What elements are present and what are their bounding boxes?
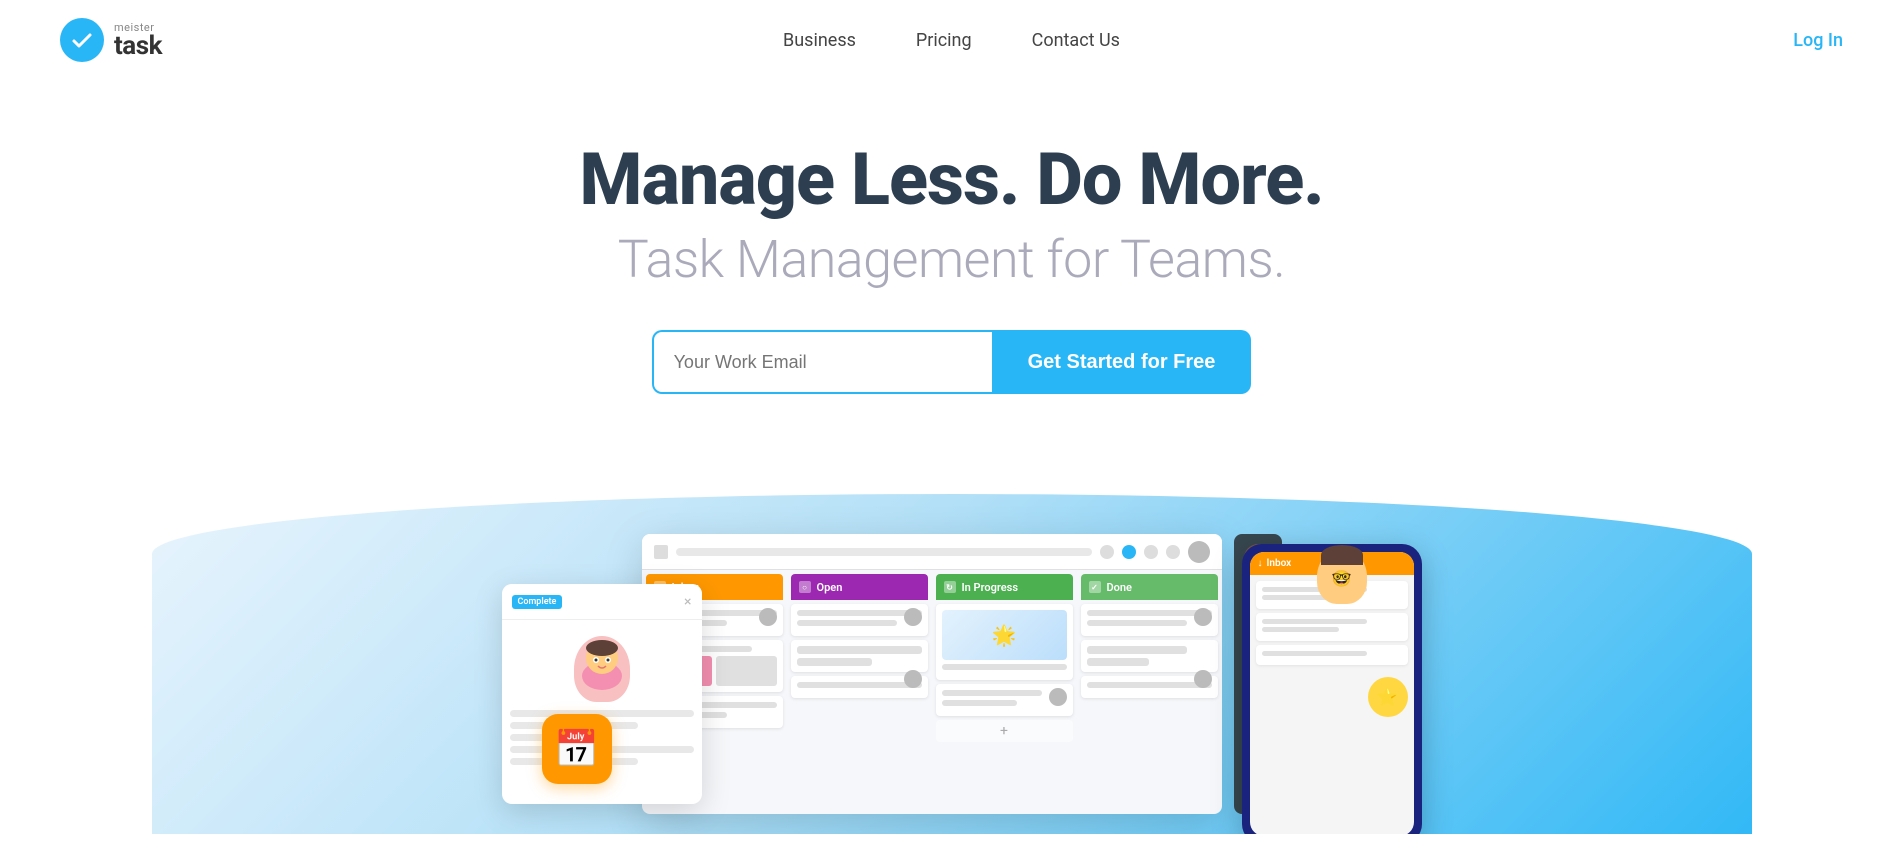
nav-business[interactable]: Business bbox=[783, 30, 856, 51]
kanban-card bbox=[1081, 640, 1218, 672]
card-image: 🌟 bbox=[942, 610, 1067, 660]
kanban-card bbox=[936, 684, 1073, 716]
bell-icon bbox=[1144, 545, 1158, 559]
kanban-card bbox=[791, 604, 928, 636]
phone-card-bar bbox=[1262, 627, 1339, 632]
nav-pricing[interactable]: Pricing bbox=[916, 30, 972, 51]
character-illustration: 🤓 bbox=[1302, 504, 1382, 604]
card-bar bbox=[1087, 620, 1187, 626]
avatar-illustration bbox=[574, 636, 630, 702]
card-avatar bbox=[1049, 688, 1067, 706]
user-avatar bbox=[1188, 541, 1210, 563]
phone-inbox-label: Inbox bbox=[1267, 558, 1292, 569]
search-icon bbox=[1166, 545, 1180, 559]
phone-star-icon: ⭐ bbox=[1368, 677, 1408, 717]
card-bar bbox=[942, 690, 1042, 696]
progress-icon: ↻ bbox=[944, 581, 956, 593]
progress-label: In Progress bbox=[962, 581, 1018, 594]
complete-badge: Complete bbox=[512, 595, 563, 609]
kanban-col-open: ○ Open bbox=[787, 570, 932, 814]
add-card-btn[interactable]: + bbox=[936, 720, 1073, 742]
card-bar bbox=[942, 700, 1017, 706]
phone-card-bar bbox=[1262, 651, 1367, 656]
screenshot-area: Complete × bbox=[0, 454, 1903, 834]
card-avatar bbox=[904, 670, 922, 688]
card-avatar bbox=[759, 608, 777, 626]
main-nav: Business Pricing Contact Us bbox=[783, 30, 1120, 51]
open-label: Open bbox=[817, 581, 843, 594]
kanban-card: 🌟 bbox=[936, 604, 1073, 680]
header-bar bbox=[676, 548, 1092, 556]
done-icon: ✓ bbox=[1089, 581, 1101, 593]
phone-card-bar bbox=[1262, 619, 1367, 624]
char-head: 🤓 bbox=[1317, 549, 1367, 604]
progress-header: ↻ In Progress bbox=[936, 574, 1073, 600]
done-header: ✓ Done bbox=[1081, 574, 1218, 600]
info-icon bbox=[1100, 545, 1114, 559]
phone-inbox-icon: ↓ bbox=[1258, 558, 1263, 569]
kanban-header bbox=[642, 534, 1222, 570]
login-button[interactable]: Log In bbox=[1793, 30, 1843, 51]
card-bar bbox=[942, 664, 1067, 670]
add-icon bbox=[1122, 545, 1136, 559]
phone-card-3 bbox=[1256, 645, 1408, 665]
kanban-card bbox=[1081, 676, 1218, 698]
home-icon bbox=[654, 545, 668, 559]
cta-row: Get Started for Free bbox=[20, 330, 1883, 394]
kanban-board: ↓ Inbox bbox=[642, 534, 1222, 814]
header: meister task Business Pricing Contact Us… bbox=[0, 0, 1903, 80]
kanban-col-progress: ↻ In Progress 🌟 + bbox=[932, 570, 1077, 814]
open-icon: ○ bbox=[799, 581, 811, 593]
close-icon[interactable]: × bbox=[684, 594, 691, 610]
hero-headline: Manage Less. Do More. bbox=[20, 140, 1883, 219]
hero-section: Manage Less. Do More. Task Management fo… bbox=[0, 80, 1903, 434]
logo-text: meister task bbox=[114, 22, 162, 59]
card-bar bbox=[797, 682, 922, 688]
float-avatar-row bbox=[510, 636, 694, 702]
card-bar bbox=[797, 620, 897, 626]
kanban-card bbox=[791, 640, 928, 672]
kanban-card bbox=[1081, 604, 1218, 636]
open-header: ○ Open bbox=[791, 574, 928, 600]
email-input[interactable] bbox=[652, 330, 992, 394]
logo-task: task bbox=[114, 33, 162, 59]
card-avatar bbox=[1194, 670, 1212, 688]
char-hair bbox=[1321, 545, 1363, 565]
float-card-header: Complete × bbox=[502, 584, 702, 620]
card-avatar bbox=[904, 608, 922, 626]
kanban-col-done: ✓ Done bbox=[1077, 570, 1222, 814]
kanban-columns: ↓ Inbox bbox=[642, 570, 1222, 814]
app-mockup: Complete × bbox=[562, 524, 1342, 834]
kanban-card bbox=[791, 676, 928, 698]
hero-subheadline: Task Management for Teams. bbox=[20, 229, 1883, 290]
char-glasses-icon: 🤓 bbox=[1332, 569, 1352, 588]
calendar-icon: 📅 bbox=[542, 714, 612, 784]
get-started-button[interactable]: Get Started for Free bbox=[992, 330, 1252, 394]
card-avatar bbox=[1194, 608, 1212, 626]
phone-card-2 bbox=[1256, 613, 1408, 641]
card-bar bbox=[1087, 682, 1212, 688]
done-label: Done bbox=[1107, 581, 1132, 594]
nav-contact[interactable]: Contact Us bbox=[1032, 30, 1120, 51]
logo[interactable]: meister task bbox=[60, 18, 162, 62]
logo-check-icon bbox=[60, 18, 104, 62]
